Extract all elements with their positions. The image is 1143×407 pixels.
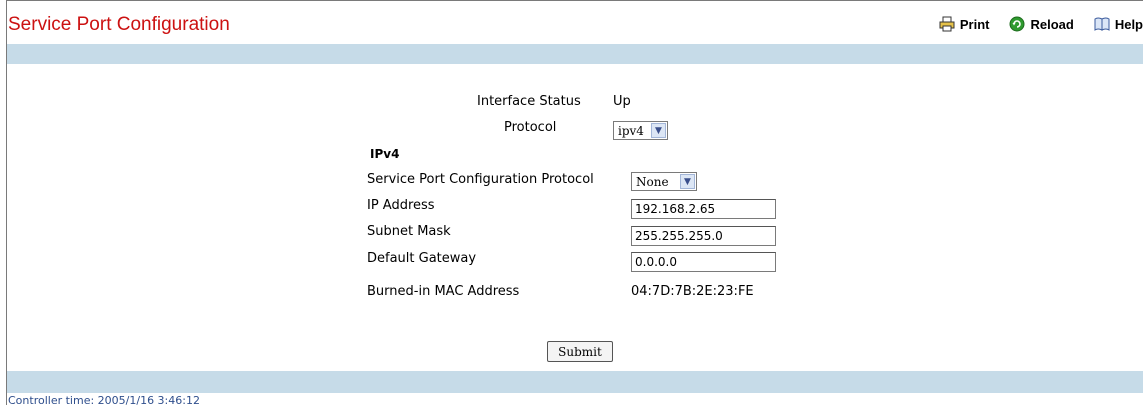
header-band bbox=[7, 44, 1143, 64]
protocol-select[interactable]: ipv4 ▼ bbox=[613, 121, 668, 140]
reload-icon bbox=[1009, 16, 1025, 32]
submit-button[interactable]: Submit bbox=[547, 341, 613, 362]
help-book-icon bbox=[1094, 16, 1110, 32]
controller-time: Controller time: 2005/1/16 3:46:12 bbox=[8, 394, 200, 407]
page-title: Service Port Configuration bbox=[8, 14, 230, 35]
interface-status-value: Up bbox=[613, 94, 631, 109]
footer-band bbox=[7, 371, 1143, 393]
help-label: Help bbox=[1114, 16, 1143, 32]
ip-address-label: IP Address bbox=[367, 198, 435, 213]
mac-address-label: Burned-in MAC Address bbox=[367, 284, 520, 299]
protocol-label: Protocol bbox=[504, 120, 557, 135]
protocol-select-value: ipv4 bbox=[618, 123, 644, 138]
config-protocol-select[interactable]: None ▼ bbox=[631, 172, 697, 191]
config-protocol-select-value: None bbox=[636, 174, 669, 189]
chevron-down-icon: ▼ bbox=[680, 174, 695, 189]
reload-label: Reload bbox=[1030, 16, 1074, 32]
subnet-mask-label: Subnet Mask bbox=[367, 224, 451, 239]
subnet-mask-input[interactable]: 255.255.255.0 bbox=[631, 226, 776, 246]
print-label: Print bbox=[959, 16, 990, 32]
interface-status-label: Interface Status bbox=[477, 94, 581, 109]
reload-button[interactable]: Reload bbox=[1009, 16, 1074, 32]
config-protocol-label: Service Port Configuration Protocol bbox=[367, 172, 594, 187]
help-button[interactable]: Help bbox=[1094, 16, 1143, 32]
default-gateway-label: Default Gateway bbox=[367, 251, 477, 266]
printer-icon bbox=[939, 16, 955, 32]
chevron-down-icon: ▼ bbox=[651, 123, 666, 138]
default-gateway-input[interactable]: 0.0.0.0 bbox=[631, 252, 776, 272]
top-actions: Print Reload Help bbox=[939, 16, 1143, 32]
ip-address-input[interactable]: 192.168.2.65 bbox=[631, 199, 776, 219]
title-bar: Service Port Configuration Print Reload bbox=[8, 8, 1143, 38]
print-button[interactable]: Print bbox=[939, 16, 990, 32]
ipv4-section-heading: IPv4 bbox=[370, 147, 400, 161]
mac-address-value: 04:7D:7B:2E:23:FE bbox=[631, 284, 754, 299]
